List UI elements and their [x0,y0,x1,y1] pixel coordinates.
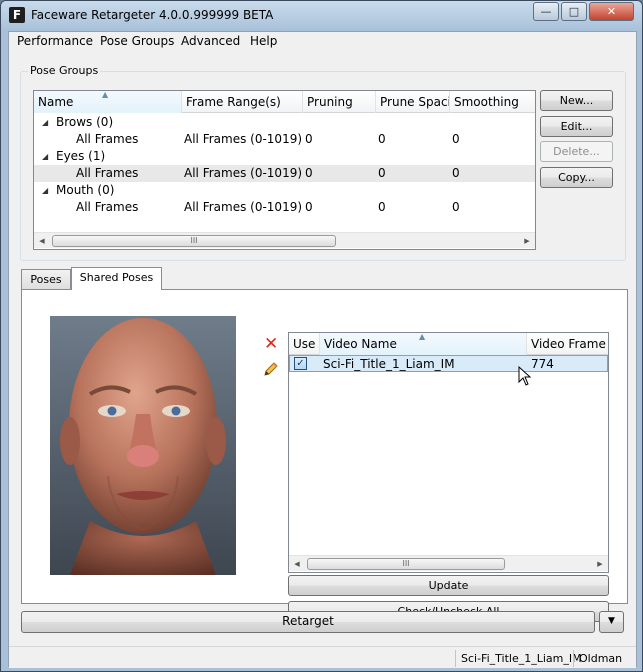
expand-arrow-icon[interactable]: ◢ [42,114,48,131]
column-video-name[interactable]: ▲ Video Name [320,333,527,355]
client-area: Performance Pose Groups Advanced Help Po… [8,31,637,668]
pencil-icon[interactable] [263,361,279,377]
status-bar: Sci-Fi_Title_1_Liam_IM Oldman [9,646,636,668]
pose-groups-hscrollbar[interactable]: ◀ III ▶ [34,232,535,248]
shared-poses-panel: ✕ Use ▲ Video Name Video Frame ✓ Sci-Fi_… [21,289,628,622]
menu-help[interactable]: Help [250,34,277,48]
group-name-cell: Brows (0) [56,115,114,129]
pose-groups-header: ▲ Name Frame Range(s) Pruning Prune Spac… [34,91,535,113]
frame-range-cell: All Frames (0-1019) [184,166,303,180]
pose-groups-label: Pose Groups [28,64,101,77]
scroll-left-icon[interactable]: ◀ [289,556,305,572]
scroll-left-icon[interactable]: ◀ [34,233,50,249]
tree-item-row[interactable]: All Frames All Frames (0-1019) 0 0 0 [34,199,535,216]
column-video-frame-label: Video Frame [531,337,606,351]
column-smoothing-label: Smoothing [454,95,519,109]
item-name-cell: All Frames [76,132,139,146]
shared-pose-row[interactable]: ✓ Sci-Fi_Title_1_Liam_IM 774 [289,355,608,372]
pose-groups-list[interactable]: ▲ Name Frame Range(s) Pruning Prune Spac… [33,90,536,250]
video-frame-cell: 774 [531,357,554,371]
chevron-down-icon: ▼ [608,616,615,626]
menu-bar: Performance Pose Groups Advanced Help [9,32,636,52]
menu-advanced[interactable]: Advanced [181,34,240,48]
scroll-right-icon[interactable]: ▶ [519,233,535,249]
scroll-right-icon[interactable]: ▶ [592,556,608,572]
maximize-button[interactable]: □ [561,2,587,21]
column-pruning-label: Pruning [307,95,353,109]
item-name-cell: All Frames [76,200,139,214]
tab-shared-poses[interactable]: Shared Poses [71,267,162,290]
menu-pose-groups[interactable]: Pose Groups [100,34,174,48]
pose-preview-image [50,316,236,575]
column-use[interactable]: Use [289,333,320,355]
update-button[interactable]: Update [288,575,609,596]
pose-groups-groupbox: Pose Groups ▲ Name Frame Range(s) Prunin… [20,64,626,261]
prune-spacing-cell: 0 [378,200,386,214]
scroll-thumb[interactable]: III [52,235,336,247]
pruning-cell: 0 [305,200,313,214]
mouse-cursor-icon [518,366,532,386]
column-video-name-label: Video Name [324,337,397,351]
frame-range-cell: All Frames (0-1019) [184,132,303,146]
column-name[interactable]: ▲ Name [34,91,182,113]
column-name-label: Name [38,95,74,109]
delete-pose-icon[interactable]: ✕ [264,336,278,353]
shared-poses-hscrollbar[interactable]: ◀ III ▶ [289,555,608,571]
video-name-cell: Sci-Fi_Title_1_Liam_IM [323,357,455,371]
expand-arrow-icon[interactable]: ◢ [42,148,48,165]
column-prune-spacing-label: Prune Spacing [380,95,450,109]
tree-group-row[interactable]: ◢ Brows (0) [34,114,535,131]
shared-poses-list[interactable]: Use ▲ Video Name Video Frame ✓ Sci-Fi_Ti… [288,332,609,573]
column-video-frame[interactable]: Video Frame [527,333,608,355]
sort-ascending-icon: ▲ [102,91,109,99]
prune-spacing-cell: 0 [378,166,386,180]
tree-group-row[interactable]: ◢ Mouth (0) [34,182,535,199]
smoothing-cell: 0 [452,200,460,214]
column-prune-spacing[interactable]: Prune Spacing [376,91,450,113]
item-name-cell: All Frames [76,166,139,180]
retarget-button[interactable]: Retarget [21,611,595,633]
smoothing-cell: 0 [452,166,460,180]
column-frame-range-label: Frame Range(s) [186,95,281,109]
tab-poses[interactable]: Poses [21,269,71,290]
window-title: Faceware Retargeter 4.0.0.999999 BETA [31,8,274,22]
pruning-cell: 0 [305,132,313,146]
column-smoothing[interactable]: Smoothing [450,91,535,113]
copy-button[interactable]: Copy... [540,167,613,188]
app-window: F Faceware Retargeter 4.0.0.999999 BETA … [0,0,643,672]
tree-group-row[interactable]: ◢ Eyes (1) [34,148,535,165]
shared-poses-header: Use ▲ Video Name Video Frame [289,333,608,355]
column-frame-range[interactable]: Frame Range(s) [182,91,303,113]
group-name-cell: Eyes (1) [56,149,106,163]
delete-button[interactable]: Delete... [540,141,613,162]
edit-button[interactable]: Edit... [540,116,613,137]
expand-arrow-icon[interactable]: ◢ [42,182,48,199]
column-use-label: Use [293,337,316,351]
tree-item-row[interactable]: All Frames All Frames (0-1019) 0 0 0 [34,131,535,148]
close-button[interactable]: ✕ [589,2,634,21]
pruning-cell: 0 [305,166,313,180]
smoothing-cell: 0 [452,132,460,146]
status-video: Sci-Fi_Title_1_Liam_IM [455,650,587,667]
retarget-dropdown-button[interactable]: ▼ [599,611,624,633]
column-pruning[interactable]: Pruning [303,91,376,113]
scroll-thumb[interactable]: III [307,558,505,570]
new-button[interactable]: New... [540,90,613,111]
use-checkbox[interactable]: ✓ [294,357,307,370]
title-bar[interactable]: F Faceware Retargeter 4.0.0.999999 BETA … [1,1,642,31]
group-name-cell: Mouth (0) [56,183,115,197]
frame-range-cell: All Frames (0-1019) [184,200,303,214]
status-character: Oldman [573,650,627,667]
tree-item-row[interactable]: All Frames All Frames (0-1019) 0 0 0 [34,165,535,182]
app-icon: F [9,7,25,23]
prune-spacing-cell: 0 [378,132,386,146]
minimize-button[interactable]: — [533,2,559,21]
sort-ascending-icon: ▲ [419,333,426,341]
menu-performance[interactable]: Performance [17,34,93,48]
